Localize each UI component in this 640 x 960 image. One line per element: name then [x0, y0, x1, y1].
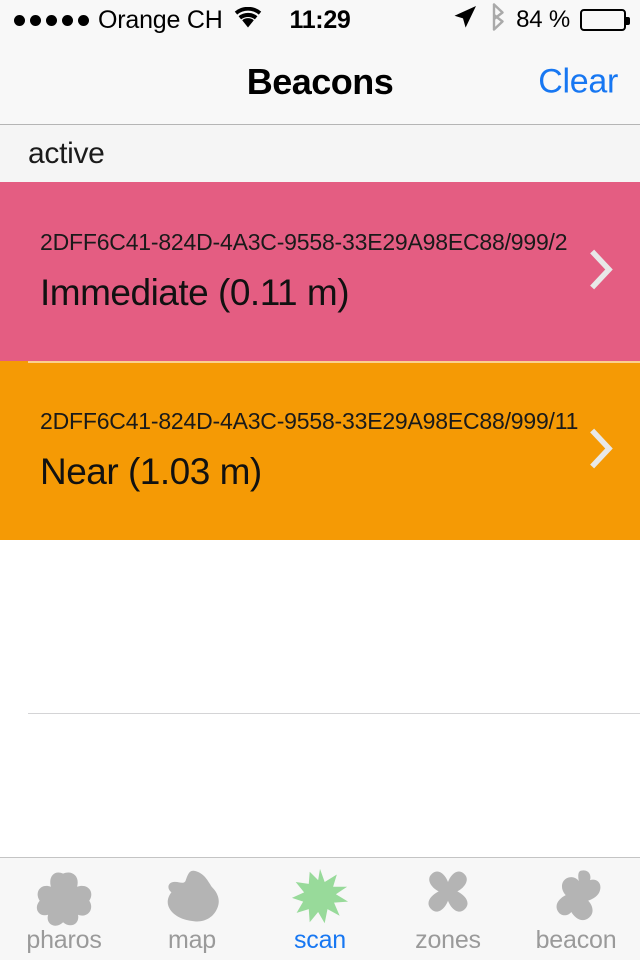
- tab-item-pharos[interactable]: pharos: [0, 858, 128, 960]
- beacon-list[interactable]: 2DFF6C41-824D-4A3C-9558-33E29A98EC88/999…: [0, 182, 640, 857]
- bluetooth-icon: [488, 2, 506, 38]
- empty-row-separator: [28, 713, 640, 714]
- battery-percentage: 84 %: [516, 6, 570, 33]
- battery-icon: [580, 9, 630, 31]
- tab-label-beacon: beacon: [535, 926, 617, 954]
- app-root: Orange CH 11:29 84 % Beacons Clear activ…: [0, 0, 640, 960]
- map-blob-icon: [160, 868, 224, 926]
- beacon-row[interactable]: 2DFF6C41-824D-4A3C-9558-33E29A98EC88/999…: [0, 182, 640, 361]
- tab-item-map[interactable]: map: [128, 858, 256, 960]
- tab-label-map: map: [167, 926, 217, 954]
- signal-strength-icon: [14, 14, 89, 26]
- carrier-name: Orange CH: [98, 5, 223, 34]
- zones-x-icon: [416, 868, 480, 926]
- tab-bar[interactable]: pharos map scan zones beacon: [0, 857, 640, 960]
- page-title: Beacons: [246, 61, 394, 102]
- chevron-right-icon: [589, 428, 615, 473]
- status-bar: Orange CH 11:29 84 %: [0, 0, 640, 40]
- clear-button[interactable]: Clear: [538, 63, 618, 102]
- section-header-active: active: [0, 125, 640, 182]
- tab-item-zones[interactable]: zones: [384, 858, 512, 960]
- beacon-uuid: 2DFF6C41-824D-4A3C-9558-33E29A98EC88/999…: [40, 408, 579, 434]
- pharos-blob-icon: [32, 868, 96, 926]
- tab-label-scan: scan: [293, 926, 346, 954]
- status-bar-right: 84 %: [452, 2, 630, 38]
- beacon-uuid: 2DFF6C41-824D-4A3C-9558-33E29A98EC88/999…: [40, 229, 568, 255]
- chevron-right-icon: [589, 249, 615, 294]
- beacon-row[interactable]: 2DFF6C41-824D-4A3C-9558-33E29A98EC88/999…: [0, 361, 640, 540]
- tab-item-beacon[interactable]: beacon: [512, 858, 640, 960]
- navigation-bar: Beacons Clear: [0, 40, 640, 125]
- beacon-blob-icon: [544, 868, 608, 926]
- tab-label-pharos: pharos: [26, 926, 102, 954]
- beacon-distance-label: Near (1.03 m): [40, 451, 262, 492]
- scan-star-icon: [288, 868, 352, 926]
- location-arrow-icon: [452, 4, 478, 37]
- wifi-icon: [234, 6, 262, 35]
- status-bar-left: Orange CH: [14, 6, 262, 35]
- beacon-distance-label: Immediate (0.11 m): [40, 272, 350, 313]
- tab-item-scan[interactable]: scan: [256, 858, 384, 960]
- tab-label-zones: zones: [415, 926, 481, 954]
